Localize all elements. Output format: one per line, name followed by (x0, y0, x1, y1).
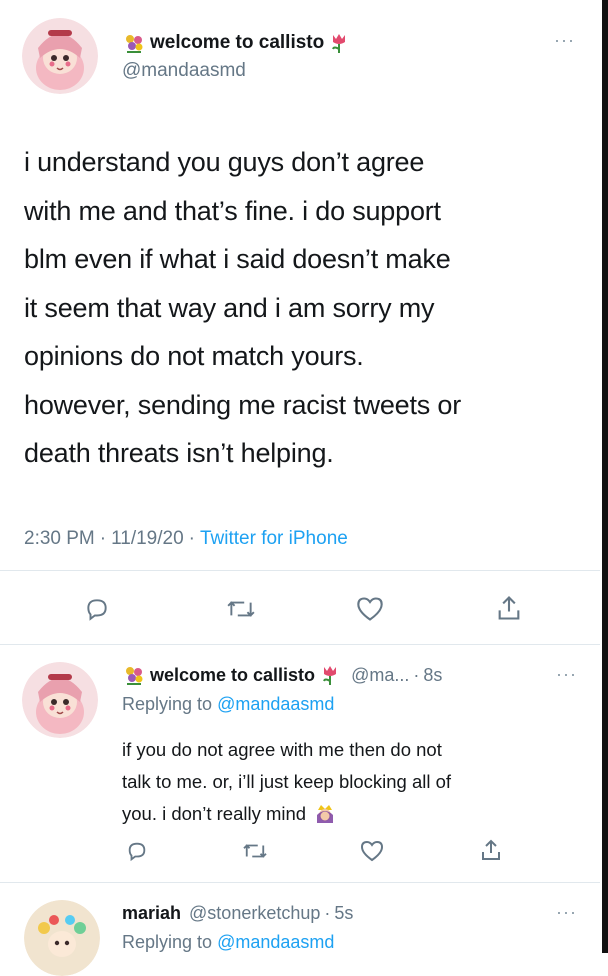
author-row: mariah @stonerketchup · 5s (122, 903, 353, 924)
avatar-image (22, 18, 98, 94)
princess-emoji-icon (312, 801, 338, 827)
tweet-text-line: it seem that way and i am sorry my (24, 292, 435, 323)
share-button[interactable] (494, 592, 524, 624)
author-handle[interactable]: @mandaasmd (122, 60, 246, 82)
tweet-text-line: death threats isn’t helping. (24, 438, 334, 468)
tweet-text-line: blm even if what i said doesn’t make (24, 244, 451, 274)
tweet-text-line: however, sending me racist tweets or (24, 389, 462, 420)
divider (0, 570, 600, 571)
author-row: welcome to callisto @ma... · 8s (122, 664, 442, 686)
tweet-text-line: talk to me. or, i’ll just keep blocking … (122, 771, 452, 792)
divider (0, 644, 600, 645)
tweet-time[interactable]: 2:30 PM (24, 528, 95, 550)
separator-dot: · (188, 528, 195, 549)
retweet-icon (227, 601, 255, 617)
replying-to-label: Replying to (122, 932, 213, 952)
share-button[interactable] (478, 836, 504, 864)
replying-to: Replying to @mandaasmd (122, 694, 334, 715)
like-icon (360, 840, 384, 862)
tweet-date[interactable]: 11/19/20 (111, 528, 184, 550)
avatar-image (24, 900, 100, 976)
tweet-age[interactable]: 8s (423, 665, 442, 686)
tweet-meta: 2:30 PM · 11/19/20 · Twitter for iPhone (24, 528, 348, 550)
like-button[interactable] (358, 838, 386, 864)
more-options-icon[interactable]: ··· (556, 902, 577, 923)
tulip-emoji-icon (319, 664, 341, 686)
retweet-icon (243, 844, 267, 858)
more-options-icon[interactable]: ··· (554, 30, 575, 51)
reply-button[interactable] (82, 594, 112, 624)
tweet-text-line: with me and that’s fine. i do support (24, 195, 441, 226)
flower-emoji-icon (122, 664, 146, 686)
like-button[interactable] (354, 594, 386, 624)
tweet-source[interactable]: Twitter for iPhone (200, 528, 348, 550)
author-handle[interactable]: @stonerketchup (189, 903, 320, 924)
avatar-image (22, 662, 98, 738)
avatar[interactable] (22, 18, 98, 94)
share-icon (482, 839, 500, 860)
author-row: welcome to callisto (122, 32, 350, 54)
share-icon (498, 596, 520, 620)
tulip-emoji-icon (328, 32, 350, 54)
tweet-text-line: if you do not agree with me then do not (122, 739, 442, 760)
replying-to: Replying to @mandaasmd (122, 932, 334, 953)
avatar[interactable] (24, 900, 100, 976)
display-name[interactable]: welcome to callisto (150, 32, 324, 54)
tweet-text: i understand you guys don’t agree with m… (24, 138, 461, 478)
tweet-text-line: you. i don’t really mind (122, 803, 307, 824)
flower-emoji-icon (122, 32, 146, 54)
display-name[interactable]: mariah (122, 903, 181, 924)
separator-dot: · (324, 903, 331, 923)
reply-icon (87, 599, 107, 621)
divider (0, 882, 600, 883)
author-handle[interactable]: @ma... (351, 665, 409, 686)
tweet-text-line: i understand you guys don’t agree (24, 147, 425, 177)
replying-to-label: Replying to (122, 694, 213, 714)
retweet-button[interactable] (224, 594, 258, 624)
tweet-text-line: opinions do not match yours. (24, 341, 364, 371)
reply-button[interactable] (124, 838, 150, 864)
replying-to-handle[interactable]: @mandaasmd (217, 694, 334, 715)
like-icon (357, 597, 383, 621)
tweet-text: if you do not agree with me then do not … (122, 734, 451, 830)
avatar[interactable] (22, 662, 98, 738)
retweet-button[interactable] (240, 838, 270, 864)
display-name[interactable]: welcome to callisto (150, 665, 315, 686)
screen-edge (602, 0, 608, 953)
separator-dot: · (413, 664, 420, 685)
more-options-icon[interactable]: ··· (556, 664, 577, 685)
tweet-age[interactable]: 5s (334, 903, 353, 924)
separator-dot: · (99, 528, 107, 549)
tweet-text-line-wrap: you. i don’t really mind (122, 798, 451, 830)
reply-icon (128, 842, 146, 862)
replying-to-handle[interactable]: @mandaasmd (217, 932, 334, 953)
